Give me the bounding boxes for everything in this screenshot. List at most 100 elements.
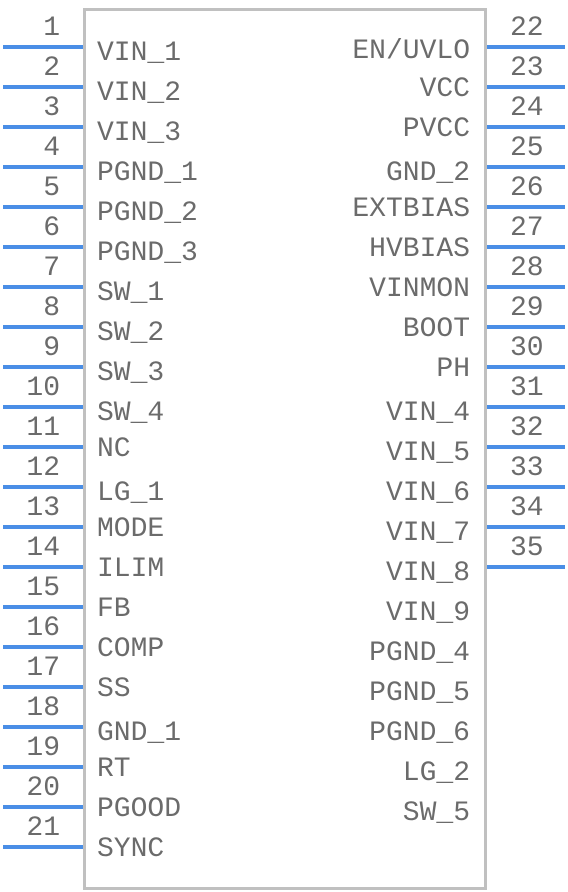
pin-line-31: [487, 405, 565, 409]
pin-label-12: LG_1: [97, 478, 165, 509]
pin-label-33: VIN_6: [385, 478, 470, 509]
pin-label-25: GND_2: [385, 158, 470, 189]
pin-label-17: SS: [97, 674, 131, 705]
pin-label-29: BOOT: [402, 314, 470, 345]
pin-number-30: 30: [510, 333, 544, 364]
pin-label-extra: VIN_9: [385, 598, 470, 629]
pin-number-3: 3: [43, 93, 60, 124]
pin-line-19: [3, 765, 83, 769]
pin-label-30: PH: [436, 354, 470, 385]
pin-label-15: FB: [97, 594, 131, 625]
pin-number-15: 15: [26, 573, 60, 604]
pin-label-11: NC: [97, 434, 131, 465]
pin-label-8: SW_2: [97, 318, 165, 349]
pin-line-33: [487, 485, 565, 489]
pin-line-4: [3, 165, 83, 169]
pin-label-5: PGND_2: [97, 198, 198, 229]
pin-line-18: [3, 725, 83, 729]
pin-line-34: [487, 525, 565, 529]
pin-label-extra: PGND_6: [369, 718, 470, 749]
pin-label-13: MODE: [97, 514, 165, 545]
pin-line-11: [3, 445, 83, 449]
pin-label-27: HVBIAS: [369, 234, 470, 265]
pin-number-32: 32: [510, 413, 544, 444]
pin-number-18: 18: [26, 693, 60, 724]
pin-label-extra: PGND_5: [369, 678, 470, 709]
pin-number-26: 26: [510, 173, 544, 204]
pin-number-10: 10: [26, 373, 60, 404]
pin-line-3: [3, 125, 83, 129]
pin-number-20: 20: [26, 773, 60, 804]
pin-line-5: [3, 205, 83, 209]
pin-label-2: VIN_2: [97, 78, 182, 109]
pin-line-14: [3, 565, 83, 569]
pin-number-33: 33: [510, 453, 544, 484]
pin-label-extra: PGND_4: [369, 638, 470, 669]
pin-number-11: 11: [26, 413, 60, 444]
pin-number-12: 12: [26, 453, 60, 484]
pin-number-2: 2: [43, 53, 60, 84]
pin-number-21: 21: [26, 813, 60, 844]
pin-number-14: 14: [26, 533, 60, 564]
pin-label-19: RT: [97, 754, 131, 785]
pin-label-21: SYNC: [97, 834, 165, 865]
pin-label-1: VIN_1: [97, 38, 182, 69]
pin-label-28: VINMON: [369, 274, 470, 305]
pin-line-6: [3, 245, 83, 249]
pin-number-22: 22: [510, 13, 544, 44]
pin-number-17: 17: [26, 653, 60, 684]
pin-number-4: 4: [43, 133, 60, 164]
pin-line-28: [487, 285, 565, 289]
pin-label-35: VIN_8: [385, 558, 470, 589]
pin-line-20: [3, 805, 83, 809]
pin-line-13: [3, 525, 83, 529]
pin-number-25: 25: [510, 133, 544, 164]
pin-label-7: SW_1: [97, 278, 165, 309]
pin-line-7: [3, 285, 83, 289]
pin-line-8: [3, 325, 83, 329]
pin-label-34: VIN_7: [385, 518, 470, 549]
pin-line-27: [487, 245, 565, 249]
pin-line-23: [487, 85, 565, 89]
pin-label-6: PGND_3: [97, 238, 198, 269]
pin-label-16: COMP: [97, 634, 165, 665]
pin-number-5: 5: [43, 173, 60, 204]
pin-number-27: 27: [510, 213, 544, 244]
pin-label-14: ILIM: [97, 554, 165, 585]
pin-number-24: 24: [510, 93, 544, 124]
pin-line-29: [487, 325, 565, 329]
pin-line-22: [487, 45, 565, 49]
pin-label-extra: SW_5: [402, 798, 470, 829]
pin-number-6: 6: [43, 213, 60, 244]
pin-line-9: [3, 365, 83, 369]
pin-number-7: 7: [43, 253, 60, 284]
pin-line-12: [3, 485, 83, 489]
pin-line-24: [487, 125, 565, 129]
pin-line-15: [3, 605, 83, 609]
pin-number-9: 9: [43, 333, 60, 364]
pin-line-30: [487, 365, 565, 369]
pin-number-28: 28: [510, 253, 544, 284]
schematic-symbol: 1 2 3 4 5 6 7 8 9 10 11 12 13 14 15 16 17 18 19 20 21 VIN_1 VI…: [0, 0, 568, 892]
pin-line-10: [3, 405, 83, 409]
pin-line-1: [3, 45, 83, 49]
pin-line-21: [3, 845, 83, 849]
pin-label-24: PVCC: [402, 114, 470, 145]
pin-line-17: [3, 685, 83, 689]
pin-number-34: 34: [510, 493, 544, 524]
pin-label-3: VIN_3: [97, 118, 182, 149]
pin-line-35: [487, 565, 565, 569]
pin-number-31: 31: [510, 373, 544, 404]
pin-label-4: PGND_1: [97, 158, 198, 189]
pin-line-16: [3, 645, 83, 649]
pin-line-32: [487, 445, 565, 449]
pin-line-25: [487, 165, 565, 169]
pin-number-16: 16: [26, 613, 60, 644]
pin-label-10: SW_4: [97, 398, 165, 429]
pin-number-1: 1: [43, 13, 60, 44]
pin-label-32: VIN_5: [385, 438, 470, 469]
pin-line-2: [3, 85, 83, 89]
pin-label-18: GND_1: [97, 718, 182, 749]
pin-label-extra: LG_2: [402, 758, 470, 789]
pin-label-22: EN/UVLO: [352, 36, 470, 67]
